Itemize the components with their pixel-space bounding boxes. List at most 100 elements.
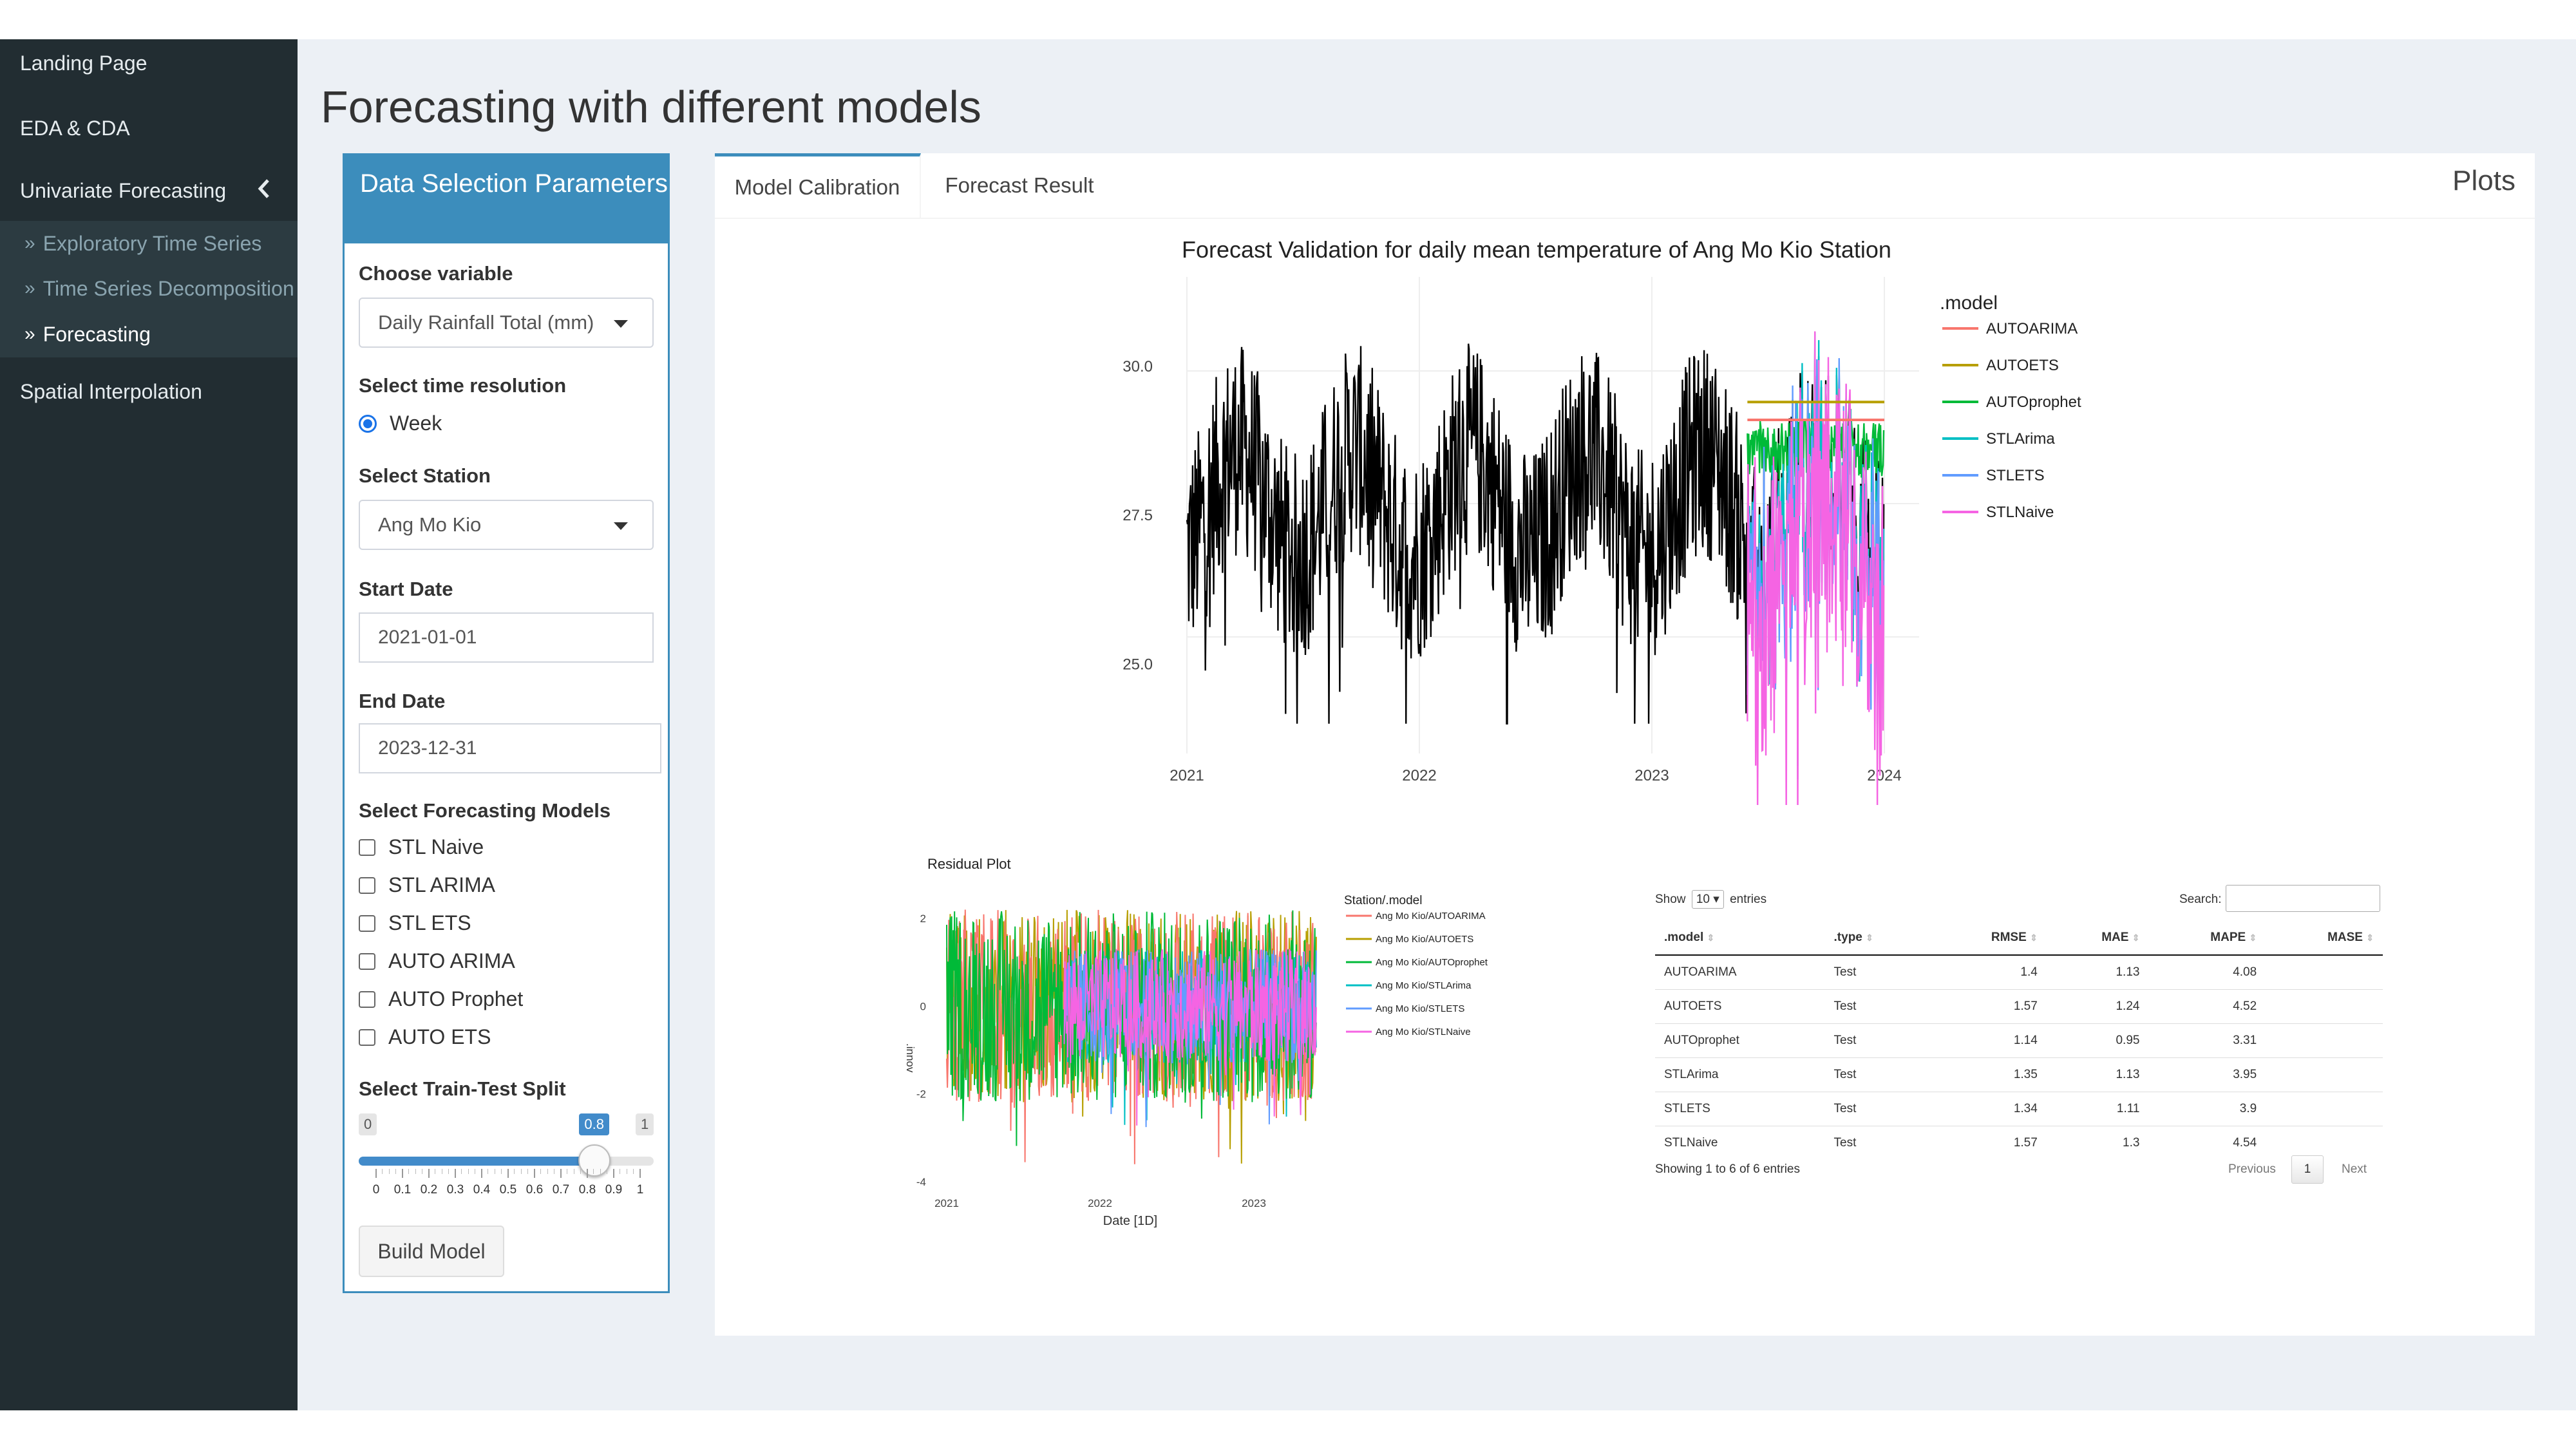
column-header[interactable]: MASE ⇕ — [2266, 921, 2383, 956]
previous-page-button[interactable]: Previous — [2228, 1162, 2276, 1177]
show-entries-label: Show 10 ▾ entries — [1655, 890, 1766, 909]
variable-select[interactable]: Daily Rainfall Total (mm) — [359, 298, 654, 348]
checkbox-icon — [359, 838, 375, 856]
column-header[interactable]: .model ⇕ — [1655, 921, 1825, 956]
table-search-input[interactable] — [2226, 885, 2380, 912]
column-header[interactable]: .type ⇕ — [1824, 921, 1930, 956]
slider-fill — [359, 1157, 595, 1166]
checkbox-label: STL Naive — [388, 835, 484, 858]
start-date-input[interactable]: 2021-01-01 — [359, 612, 654, 663]
table-cell: 4.52 — [2148, 989, 2266, 1024]
slider-minor-tick — [388, 1169, 390, 1174]
checkbox-label: AUTO Prophet — [388, 987, 524, 1010]
slider-tick-label: 0.3 — [446, 1183, 464, 1197]
column-header[interactable]: MAPE ⇕ — [2148, 921, 2266, 956]
legend-label: Ang Mo Kio/STLETS — [1376, 1003, 1464, 1014]
model-checkbox-stl-ets[interactable]: STL ETS — [359, 911, 471, 935]
model-checkbox-auto-ets[interactable]: AUTO ETS — [359, 1025, 491, 1049]
table-cell: 1.13 — [2046, 954, 2149, 990]
search-label: Search: — [2179, 893, 2222, 906]
checkbox-icon — [359, 990, 375, 1008]
table-row: AUTOARIMA Test 1.4 1.13 4.08 — [1655, 954, 2383, 990]
table-cell: Test — [1824, 1126, 1930, 1160]
slider-tick — [639, 1169, 641, 1178]
resolution-radio-week[interactable]: Week — [359, 412, 442, 435]
slider-minor-tick — [593, 1169, 594, 1174]
legend-label: Ang Mo Kio/AUTOprophet — [1376, 957, 1488, 968]
sidebar-item-label: Time Series Decomposition — [43, 276, 294, 300]
slider-minor-tick — [520, 1169, 522, 1174]
sidebar-item-spatial-interpolation[interactable]: Spatial Interpolation — [0, 363, 298, 421]
resolution-label: Select time resolution — [359, 374, 567, 397]
y-tick-label: 25.0 — [1122, 656, 1153, 673]
slider-tick-label: 0.8 — [578, 1183, 596, 1197]
residual-xlabel: Date [1D] — [1103, 1214, 1157, 1228]
slider-minor-tick — [600, 1169, 601, 1174]
sidebar: Landing Page EDA & CDA Univariate Foreca… — [0, 39, 298, 1410]
sort-icon: ⇕ — [2249, 933, 2257, 943]
slider-minor-tick — [395, 1169, 396, 1174]
sidebar-item-univariate-forecasting[interactable]: Univariate Forecasting — [0, 160, 298, 221]
table-cell: 1.57 — [1929, 1126, 2047, 1160]
table-row: AUTOprophet Test 1.14 0.95 3.31 — [1655, 1023, 2383, 1058]
next-page-button[interactable]: Next — [2342, 1162, 2367, 1177]
x-tick-label: 2021 — [934, 1197, 959, 1209]
page-title: Forecasting with different models — [321, 82, 981, 132]
legend-label: Ang Mo Kio/AUTOETS — [1376, 934, 1473, 945]
table-cell: 1.11 — [2046, 1092, 2149, 1126]
entries-select[interactable]: 10 ▾ — [1691, 890, 1724, 909]
table-cell: 3.95 — [2148, 1057, 2266, 1092]
y-tick-label: 27.5 — [1122, 507, 1153, 524]
slider-tick — [481, 1169, 482, 1178]
double-chevron-right-icon: » — [24, 278, 35, 299]
station-select[interactable]: Ang Mo Kio — [359, 500, 654, 550]
parameters-panel-header: Data Selection Parameters — [345, 155, 668, 243]
sort-icon: ⇕ — [1866, 933, 1873, 943]
model-checkbox-stl-arima[interactable]: STL ARIMA — [359, 873, 495, 897]
slider-minor-tick — [382, 1169, 383, 1174]
caret-down-icon: ▾ — [1713, 893, 1719, 906]
build-model-button[interactable]: Build Model — [359, 1226, 504, 1277]
tab-model-calibration[interactable]: Model Calibration — [715, 153, 921, 218]
slider-minor-tick — [527, 1169, 528, 1174]
sidebar-item-landing-page[interactable]: Landing Page — [0, 39, 298, 87]
table-cell — [2266, 1092, 2383, 1126]
chart-title: Forecast Validation for daily mean tempe… — [1182, 236, 1891, 263]
table-cell: 4.08 — [2148, 954, 2266, 990]
model-checkbox-stl-naive[interactable]: STL Naive — [359, 835, 484, 859]
table-cell: 1.4 — [1929, 954, 2047, 990]
table-cell — [2266, 1023, 2383, 1058]
slider-tick-label: 1 — [636, 1183, 644, 1197]
sidebar-item-label: Exploratory Time Series — [43, 231, 262, 255]
sidebar-item-exploratory-time-series[interactable]: » Exploratory Time Series — [0, 221, 298, 266]
model-checkbox-auto-prophet[interactable]: AUTO Prophet — [359, 987, 523, 1011]
table-row: AUTOETS Test 1.57 1.24 4.52 — [1655, 989, 2383, 1024]
page-1-button[interactable]: 1 — [2291, 1155, 2324, 1184]
y-tick-label: -4 — [916, 1176, 926, 1188]
table-cell: 1.57 — [1929, 989, 2047, 1024]
parameters-panel: Data Selection Parameters Choose variabl… — [343, 153, 670, 1293]
legend-label: Ang Mo Kio/STLArima — [1376, 980, 1472, 991]
forecast-validation-chart: Forecast Validation for daily mean tempe… — [1122, 236, 2081, 805]
table-cell: 1.14 — [1929, 1023, 2047, 1058]
legend-title: .model — [1940, 292, 1998, 314]
column-header[interactable]: RMSE ⇕ — [1929, 921, 2047, 956]
column-header[interactable]: MAE ⇕ — [2046, 921, 2149, 956]
slider-tick — [560, 1169, 562, 1178]
sidebar-item-eda-cda[interactable]: EDA & CDA — [0, 96, 298, 160]
checkbox-icon — [359, 914, 375, 932]
checkbox-icon — [359, 876, 375, 894]
tab-forecast-result[interactable]: Forecast Result — [921, 153, 1118, 218]
legend-label: Ang Mo Kio/STLNaive — [1376, 1027, 1471, 1037]
slider-ticks: 0 0.1 0.2 0.3 0.4 0.5 0.6 0.7 0.8 0.9 1 — [359, 1169, 654, 1208]
model-checkbox-auto-arima[interactable]: AUTO ARIMA — [359, 949, 515, 973]
station-label: Select Station — [359, 464, 491, 487]
slider-minor-tick — [580, 1169, 581, 1174]
end-date-input[interactable]: 2023-12-31 — [359, 723, 661, 773]
sidebar-item-time-series-decomposition[interactable]: » Time Series Decomposition — [0, 266, 298, 311]
table-cell: 4.54 — [2148, 1126, 2266, 1160]
table-cell: 0.95 — [2046, 1023, 2149, 1058]
sort-icon: ⇕ — [2132, 933, 2140, 943]
sidebar-item-forecasting[interactable]: » Forecasting — [0, 311, 298, 357]
slider-tick-label: 0.9 — [605, 1183, 623, 1197]
